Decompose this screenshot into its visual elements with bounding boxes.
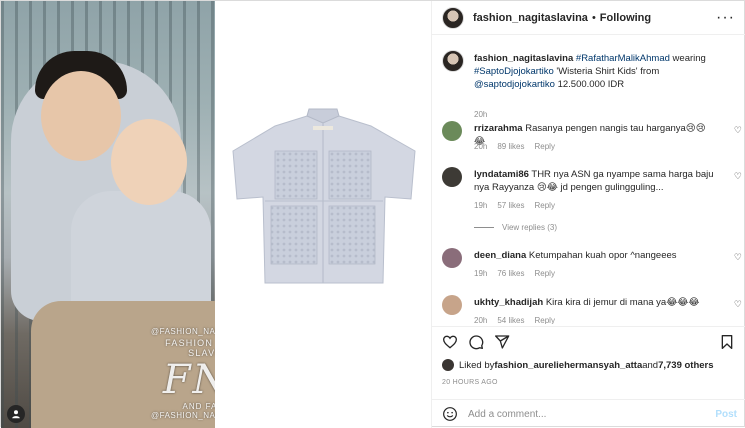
author-avatar[interactable] [442, 6, 464, 29]
heart-icon[interactable]: ♡ [734, 125, 742, 136]
mention-sapto[interactable]: @saptodjojokartiko [474, 79, 555, 90]
comment-text: lyndatami86 THR nya ASN ga nyampe sama h… [474, 169, 714, 193]
comment-bubble-icon[interactable] [468, 334, 484, 350]
commenter-avatar[interactable] [442, 167, 462, 187]
reply-button[interactable]: Reply [534, 269, 554, 278]
boy-face [41, 71, 121, 161]
view-replies-button[interactable]: View replies (3) [474, 223, 557, 232]
comment-input[interactable] [468, 408, 708, 420]
likes-summary: Liked by fashion_aureliehermansyah_atta … [442, 359, 714, 371]
comment-time: 19h [474, 269, 488, 278]
add-comment-bar: Post [432, 399, 745, 428]
commenter-avatar[interactable] [442, 121, 462, 141]
comment-time: 19h [474, 201, 488, 210]
post-media[interactable]: @FASHION_NAGITASLAVINA FASHION NAGITA SL… [1, 1, 431, 428]
reply-button[interactable]: Reply [534, 142, 554, 151]
tagged-user-icon[interactable] [7, 405, 25, 423]
likes-count[interactable]: 7,739 others [658, 360, 713, 371]
post-comment-button[interactable]: Post [715, 409, 737, 420]
liker-avatar[interactable] [442, 359, 454, 371]
shirt-product-image [215, 1, 431, 428]
comment-likes[interactable]: 89 likes [497, 142, 524, 151]
shirt-illustration [232, 108, 416, 284]
author-username[interactable]: fashion_nagitaslavina [473, 12, 588, 24]
caption-avatar[interactable] [442, 50, 464, 72]
comment-likes[interactable]: 76 likes [497, 269, 524, 278]
hashtag-rafathar[interactable]: #RafatharMalikAhmad [576, 53, 670, 64]
hashtag-sapto[interactable]: #SaptoDjojokartiko [474, 66, 554, 77]
comments-list[interactable]: fashion_nagitaslavina #RafatharMalikAhma… [432, 36, 745, 324]
comment-time: 20h [474, 142, 488, 151]
following-button[interactable]: Following [600, 12, 651, 24]
comment-text: deen_diana Ketumpahan kuah opor ^nangeee… [474, 250, 677, 261]
baby-face [111, 119, 187, 205]
post-side-panel: fashion_nagitaslavina • Following ··· fa… [431, 1, 745, 428]
save-bookmark-icon[interactable] [719, 334, 735, 350]
instagram-post-frame: @FASHION_NAGITASLAVINA FASHION NAGITA SL… [0, 0, 745, 428]
caption-username[interactable]: fashion_nagitaslavina [474, 53, 573, 64]
comment-text: ukhty_khadijah Kira kira di jemur di man… [474, 297, 700, 308]
like-heart-icon[interactable] [442, 334, 458, 350]
caption-time: 20h [474, 110, 488, 119]
post-header: fashion_nagitaslavina • Following ··· [432, 1, 745, 35]
commenter-avatar[interactable] [442, 248, 462, 268]
reply-button[interactable]: Reply [534, 201, 554, 210]
more-options-icon[interactable]: ··· [716, 9, 735, 27]
emoji-icon[interactable] [442, 406, 458, 422]
comment-time: 20h [474, 316, 488, 324]
commenter-avatar[interactable] [442, 295, 462, 315]
heart-icon[interactable]: ♡ [734, 299, 742, 310]
comment-likes[interactable]: 57 likes [497, 201, 524, 210]
share-send-icon[interactable] [494, 334, 510, 350]
liker-username[interactable]: fashion_aureliehermansyah_atta [494, 360, 642, 371]
reply-button[interactable]: Reply [534, 316, 554, 324]
header-separator: • [591, 11, 596, 24]
posted-time: 20 HOURS AGO [442, 379, 498, 386]
heart-icon[interactable]: ♡ [734, 171, 742, 182]
caption-text: fashion_nagitaslavina #RafatharMalikAhma… [474, 53, 706, 90]
post-actions [432, 326, 745, 356]
comment-likes[interactable]: 54 likes [497, 316, 524, 324]
heart-icon[interactable]: ♡ [734, 252, 742, 263]
